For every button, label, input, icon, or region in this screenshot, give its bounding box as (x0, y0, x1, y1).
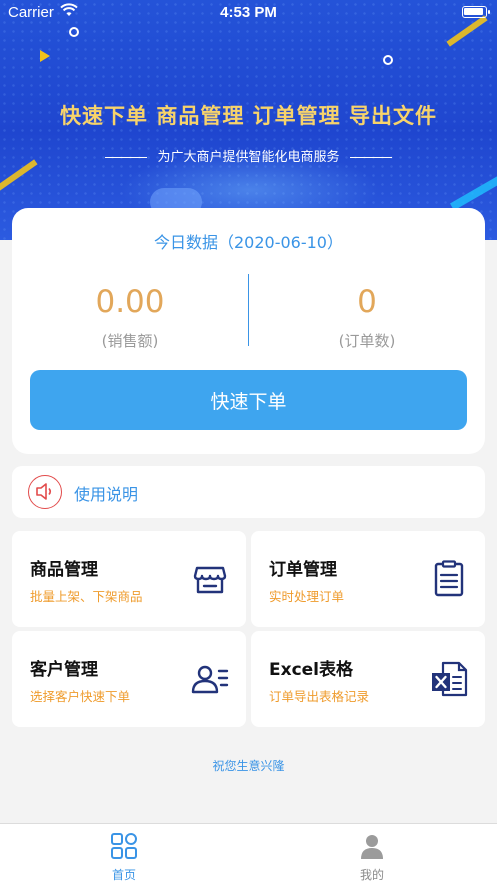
tile-subtitle: 批量上架、下架商品 (30, 589, 143, 604)
today-heading: 今日数据（2020-06-10） (154, 233, 343, 252)
tab-home[interactable]: 首页 (64, 832, 184, 883)
usage-instructions-label: 使用说明 (74, 485, 139, 504)
excel-icon (429, 659, 469, 699)
blessing-text: 祝您生意兴隆 (212, 759, 285, 773)
tab-mine[interactable]: 我的 (312, 832, 432, 883)
hero-title: 快速下单 商品管理 订单管理 导出文件 (60, 104, 437, 128)
orders-stat: 0 (订单数) (249, 284, 485, 351)
sales-label: (销售额) (101, 332, 159, 350)
orders-value: 0 (357, 284, 377, 320)
orders-label: (订单数) (338, 332, 396, 350)
hero-banner: 快速下单 商品管理 订单管理 导出文件 为广大商户提供智能化电商服务 (0, 0, 497, 240)
quick-order-button[interactable]: 快速下单 (30, 370, 467, 430)
tile-title: 客户管理 (30, 660, 98, 680)
today-data-card: 今日数据（2020-06-10） 0.00 (销售额) 0 (订单数) 快速下单 (12, 208, 485, 454)
store-icon (190, 559, 230, 599)
status-bar: Carrier 4:53 PM (0, 0, 497, 26)
tile-subtitle: 选择客户快速下单 (30, 689, 131, 704)
tab-mine-label: 我的 (359, 868, 384, 882)
tile-subtitle: 订单导出表格记录 (269, 689, 370, 704)
triangle-decoration (40, 50, 50, 62)
tab-home-label: 首页 (111, 868, 136, 882)
sales-value: 0.00 (95, 284, 165, 320)
ring-decoration (383, 55, 393, 65)
ring-decoration (69, 27, 79, 37)
grid-icon (110, 833, 138, 864)
subtitle-line-left (105, 157, 148, 158)
tile-subtitle: 实时处理订单 (269, 589, 345, 604)
sales-stat: 0.00 (销售额) (12, 284, 248, 351)
tile-title: Excel表格 (269, 660, 354, 680)
user-icon (358, 835, 386, 864)
subtitle-line-right (349, 157, 392, 158)
order-management-tile[interactable]: 订单管理 实时处理订单 (251, 531, 485, 627)
clock: 4:53 PM (220, 4, 277, 21)
hero-subtitle: 为广大商户提供智能化电商服务 (0, 146, 497, 165)
customer-management-tile[interactable]: 客户管理 选择客户快速下单 (12, 631, 246, 727)
usage-instructions-row[interactable]: 使用说明 (12, 466, 485, 518)
product-management-tile[interactable]: 商品管理 批量上架、下架商品 (12, 531, 246, 627)
excel-export-tile[interactable]: Excel表格 订单导出表格记录 (251, 631, 485, 727)
speaker-icon (28, 475, 62, 509)
battery-icon (462, 6, 490, 18)
tile-title: 商品管理 (30, 560, 98, 580)
tab-bar: 首页 我的 (0, 823, 497, 883)
tile-title: 订单管理 (269, 560, 337, 580)
hero-subtitle-text: 为广大商户提供智能化电商服务 (157, 150, 340, 165)
clipboard-icon (429, 559, 469, 599)
contact-list-icon (190, 659, 230, 699)
